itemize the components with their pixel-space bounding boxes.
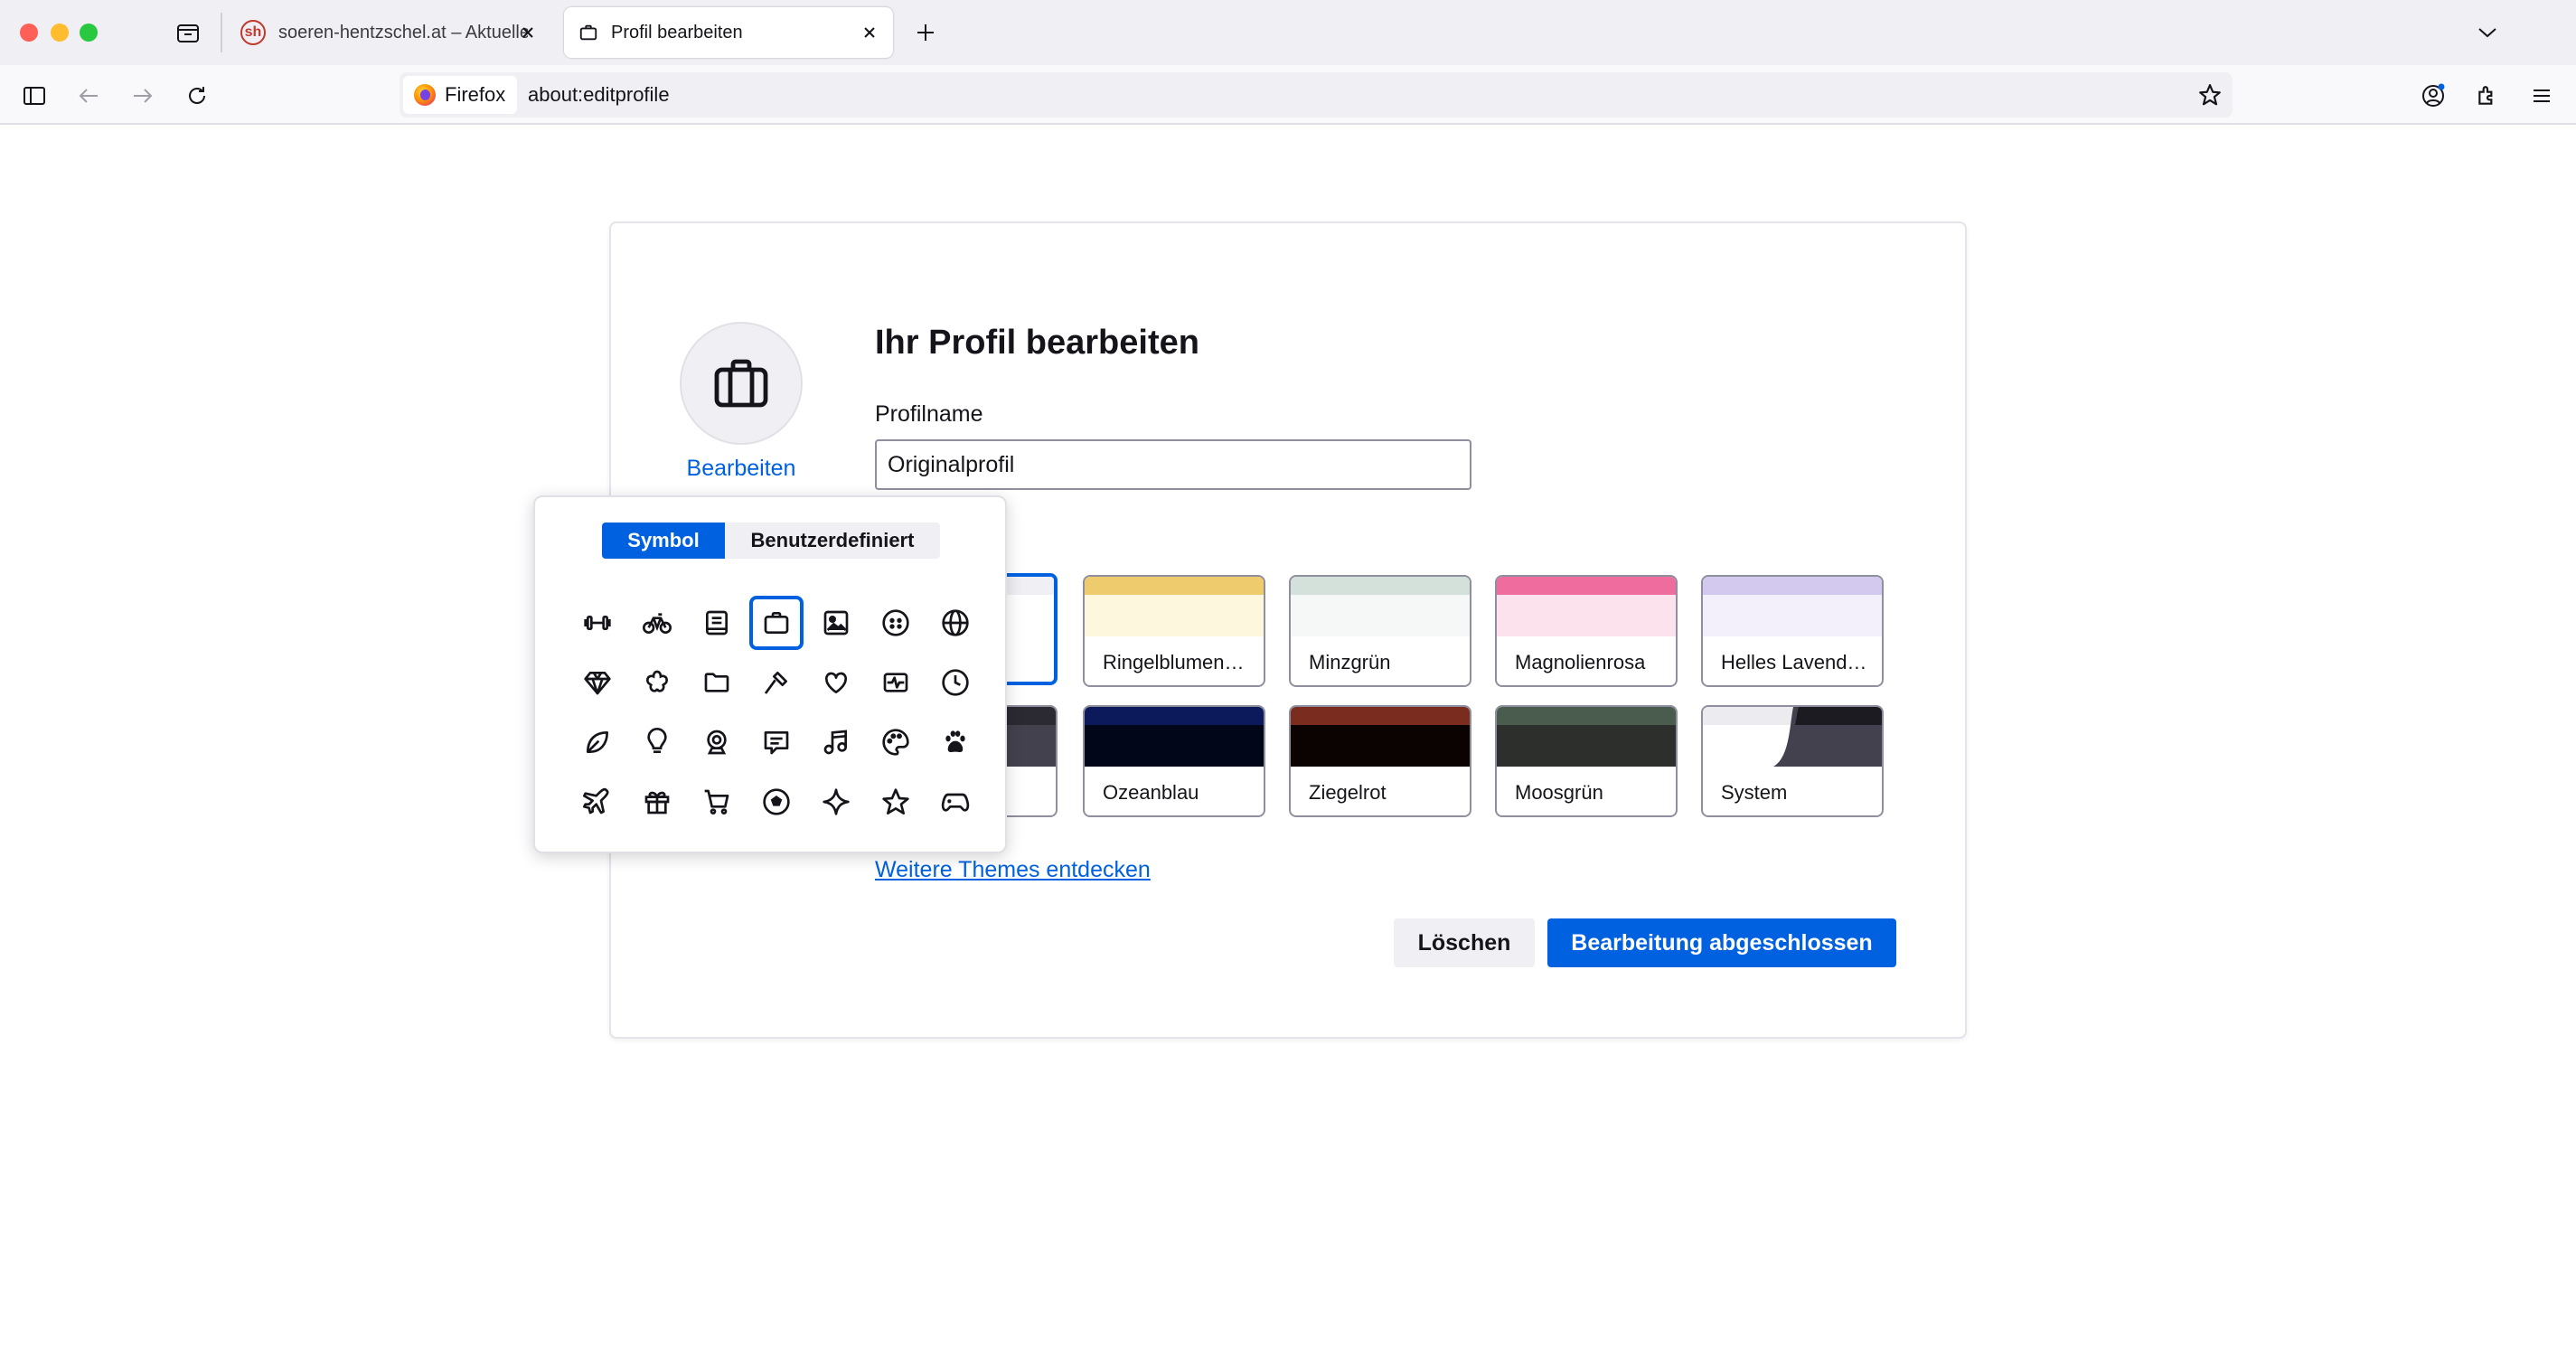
new-tab-icon[interactable]	[911, 18, 940, 47]
briefcase-icon	[714, 359, 768, 408]
folder-icon[interactable]	[690, 655, 744, 710]
soccer-ball-icon[interactable]	[749, 775, 804, 829]
avatar-icon-grid	[568, 593, 985, 832]
identity-label: Firefox	[445, 83, 506, 106]
theme-label: Ozeanblau	[1103, 781, 1199, 804]
gamepad-icon[interactable]	[928, 775, 982, 829]
theme-tile-ziegelrot[interactable]: Ziegelrot	[1289, 705, 1471, 817]
avatar-picker-popup: Symbol Benutzerdefiniert	[533, 495, 1007, 853]
smiley-icon[interactable]	[869, 596, 923, 650]
site-favicon-icon: sh	[240, 20, 266, 45]
sidebar-toggle-icon[interactable]	[16, 78, 52, 114]
firefox-logo-icon	[414, 84, 436, 106]
star-icon[interactable]	[869, 775, 923, 829]
bookmark-star-icon[interactable]	[2195, 80, 2225, 110]
hammer-icon[interactable]	[749, 655, 804, 710]
clock-icon[interactable]	[928, 655, 982, 710]
tab-separator	[221, 13, 222, 52]
flower-icon[interactable]	[630, 655, 684, 710]
leaf-icon[interactable]	[570, 715, 625, 769]
heart-icon[interactable]	[809, 655, 863, 710]
theme-label: Helles Lavend…	[1721, 651, 1867, 673]
account-icon[interactable]	[2415, 78, 2451, 114]
window-zoom-button[interactable]	[80, 24, 98, 42]
picture-icon[interactable]	[809, 596, 863, 650]
close-tab-icon[interactable]	[515, 20, 541, 45]
shopping-cart-icon[interactable]	[690, 775, 744, 829]
speech-bubble-icon[interactable]	[749, 715, 804, 769]
firefox-view-icon[interactable]	[172, 18, 204, 49]
theme-label: Ringelblumen…	[1103, 651, 1245, 673]
briefcase-icon[interactable]	[749, 596, 804, 650]
theme-tile-minzgruen[interactable]: Minzgrün	[1289, 575, 1471, 687]
theme-tile-moosgruen[interactable]: Moosgrün	[1495, 705, 1678, 817]
webcam-icon[interactable]	[690, 715, 744, 769]
identity-box[interactable]: Firefox	[403, 76, 517, 114]
window-close-button[interactable]	[20, 24, 38, 42]
globe-icon[interactable]	[928, 596, 982, 650]
tab-benutzerdefiniert[interactable]: Benutzerdefiniert	[725, 523, 940, 559]
briefcase-icon	[579, 24, 597, 41]
profile-name-label: Profilname	[875, 401, 983, 427]
heartbeat-icon[interactable]	[869, 655, 923, 710]
lightbulb-icon[interactable]	[630, 715, 684, 769]
tab-title: soeren-hentzschel.at – Aktuelle	[278, 22, 528, 42]
avatar-type-toggle: Symbol Benutzerdefiniert	[602, 523, 940, 559]
page-title: Ihr Profil bearbeiten	[875, 324, 1199, 362]
list-all-tabs-icon[interactable]	[2471, 16, 2504, 49]
tab-profil-bearbeiten[interactable]: Profil bearbeiten	[564, 7, 893, 58]
delete-button[interactable]: Löschen	[1394, 918, 1535, 967]
profile-name-input[interactable]	[875, 439, 1471, 490]
theme-label: Magnolienrosa	[1515, 651, 1646, 673]
airplane-icon[interactable]	[570, 775, 625, 829]
forward-arrow-icon[interactable]	[125, 78, 161, 114]
tab-symbol[interactable]: Symbol	[602, 523, 725, 559]
extensions-puzzle-icon[interactable]	[2469, 78, 2505, 114]
sparkle-icon[interactable]	[809, 775, 863, 829]
navigation-toolbar: Firefox about:editprofile	[0, 65, 2576, 125]
tab-strip: sh soeren-hentzschel.at – Aktuelle Profi…	[0, 0, 2576, 65]
more-themes-link[interactable]: Weitere Themes entdecken	[875, 857, 1151, 883]
bicycle-icon[interactable]	[630, 596, 684, 650]
book-icon[interactable]	[690, 596, 744, 650]
close-tab-icon[interactable]	[857, 20, 882, 45]
theme-tile-ringelblumen[interactable]: Ringelblumen…	[1083, 575, 1265, 687]
theme-tile-ozeanblau[interactable]: Ozeanblau	[1083, 705, 1265, 817]
window-minimize-button[interactable]	[51, 24, 69, 42]
paw-icon[interactable]	[928, 715, 982, 769]
system-theme-preview	[1703, 707, 1882, 767]
done-button[interactable]: Bearbeitung abgeschlossen	[1547, 918, 1896, 967]
back-arrow-icon[interactable]	[71, 78, 107, 114]
theme-label: System	[1721, 781, 1788, 804]
theme-tile-magnolienrosa[interactable]: Magnolienrosa	[1495, 575, 1678, 687]
tab-title: Profil bearbeiten	[611, 22, 743, 42]
theme-label: Minzgrün	[1309, 651, 1391, 673]
theme-tile-helles-lavendel[interactable]: Helles Lavend…	[1701, 575, 1884, 687]
dumbbell-icon[interactable]	[570, 596, 625, 650]
url-text[interactable]: about:editprofile	[528, 83, 670, 107]
profile-avatar[interactable]	[680, 322, 803, 445]
diamond-icon[interactable]	[570, 655, 625, 710]
tab-soeren-hentzschel[interactable]: sh soeren-hentzschel.at – Aktuelle	[230, 7, 551, 58]
gift-icon[interactable]	[630, 775, 684, 829]
theme-tile-system[interactable]: System	[1701, 705, 1884, 817]
theme-label: Moosgrün	[1515, 781, 1603, 804]
theme-label: Ziegelrot	[1309, 781, 1387, 804]
music-note-icon[interactable]	[809, 715, 863, 769]
reload-icon[interactable]	[179, 78, 215, 114]
url-bar[interactable]: Firefox about:editprofile	[400, 72, 2233, 118]
palette-icon[interactable]	[869, 715, 923, 769]
avatar-edit-link[interactable]: Bearbeiten	[680, 456, 803, 482]
hamburger-menu-icon[interactable]	[2524, 78, 2560, 114]
